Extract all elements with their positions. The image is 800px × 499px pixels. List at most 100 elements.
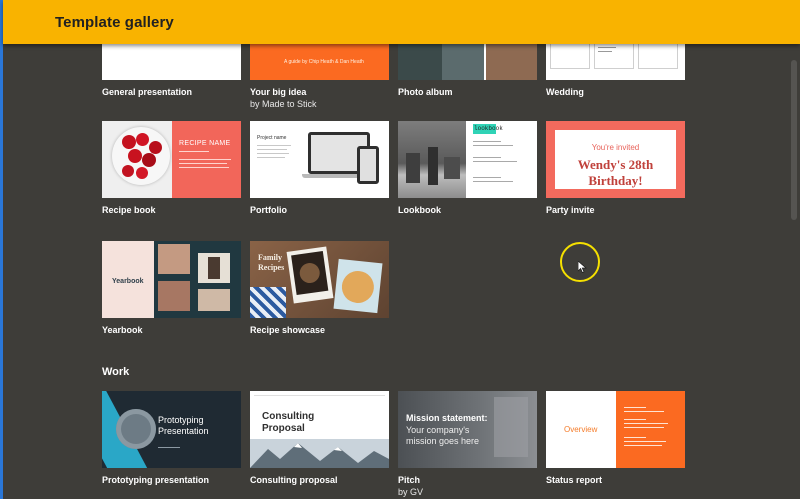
template-label: Party invite [546,205,595,215]
template-label: Recipe book [102,205,156,215]
gallery-content: General presentation A guide by Chip Hea… [0,0,800,499]
thumb-text-line [473,177,501,178]
thumb-text-line [624,419,646,420]
template-thumbnail[interactable]: Prototyping Presentation [102,391,241,468]
thumb-text-line [473,141,501,142]
thumb-text-line [598,47,616,48]
thumb-tag: lookbook [474,125,503,132]
template-label: Status report [546,475,603,485]
template-label: Wedding [546,87,584,97]
template-recipe-book[interactable]: RECIPE NAME Recipe book [102,121,241,216]
template-thumbnail[interactable]: Yearbook [102,241,241,318]
thumb-big-text-line-2: Birthday! [588,173,643,188]
template-pitch[interactable]: Mission statement: Your company's missio… [398,391,537,498]
thumb-text-line [473,157,501,158]
thumb-text-line [257,157,285,158]
template-label: Recipe showcase [250,325,326,335]
thumb-title-line-2: Proposal [262,423,305,434]
template-thumbnail[interactable]: You're invited Wendy's 28th Birthday! [546,121,685,198]
mouse-pointer-icon [578,261,587,273]
thumb-big-text-line-1: Wendy's 28th [577,157,654,172]
thumb-photo [486,43,537,80]
thumb-small-text: You're invited [591,143,640,152]
section-title-work: Work [102,366,130,378]
template-label: Portfolio [250,205,287,215]
thumb-title: Overview [564,425,598,434]
thumb-text-line [624,407,646,408]
template-thumbnail[interactable]: Family Recipes [250,241,389,318]
template-label: Yearbook [102,325,143,335]
thumb-title: Yearbook [112,278,144,285]
thumb-photo [198,289,230,311]
template-recipe-showcase[interactable]: Family Recipes Recipe showcase [250,241,389,336]
thumb-text-line [179,151,209,152]
template-sublabel: by Made to Stick [250,99,317,109]
thumb-text-line [257,145,291,146]
template-status-report[interactable]: Overview Status report [546,391,685,486]
page-title: Template gallery [55,14,174,31]
thumb-text-line [179,167,229,168]
thumb-nav-rule [254,395,385,396]
template-sublabel: by GV [398,487,424,497]
thumb-line-1: Mission statement: [406,413,488,423]
thumb-card [550,41,590,69]
template-thumbnail[interactable]: Consulting Proposal [250,391,389,468]
template-thumbnail[interactable]: Project name [250,121,389,198]
thumb-title-line-1: Family [258,253,282,262]
thumb-text-line [624,445,662,446]
thumb-title-line-1: Consulting [262,411,315,422]
template-label: General presentation [102,87,193,97]
thumb-phone [357,146,379,184]
template-label: Consulting proposal [250,475,338,485]
template-gallery-window: General presentation A guide by Chip Hea… [0,0,800,499]
thumb-photo-bowl [102,121,172,198]
template-lookbook[interactable]: lookbook Lookbook [398,121,537,216]
template-consulting-proposal[interactable]: Consulting Proposal Consulting proposal [250,391,389,486]
template-label: Your big idea [250,87,307,97]
thumb-photo [158,244,190,274]
thumb-text-line [624,437,646,438]
template-thumbnail[interactable]: RECIPE NAME [102,121,241,198]
thumb-title-line-2: Recipes [258,263,285,272]
template-label: Photo album [398,87,453,97]
thumb-right-panel [616,391,685,468]
thumb-title-line-2: Presentation [158,426,209,436]
thumb-text-line [473,161,517,162]
thumb-mountains-image [250,439,389,468]
thumb-photo [198,253,230,283]
thumb-photo-card [333,258,383,314]
thumb-line-2: Your company's [406,425,470,435]
thumb-text-line [473,145,513,146]
thumb-text-line [624,423,668,424]
template-thumbnail[interactable]: Mission statement: Your company's missio… [398,391,537,468]
template-label: Pitch [398,475,421,485]
thumb-byline: A guide by Chip Heath & Dan Heath [284,59,364,65]
mouse-cursor-highlight [560,242,600,282]
thumb-text-line [257,149,287,150]
thumb-text-line [624,441,666,442]
template-party-invite[interactable]: You're invited Wendy's 28th Birthday! Pa… [546,121,685,216]
template-yearbook[interactable]: Yearbook Yearbook [102,241,241,336]
thumb-text-line [624,411,664,412]
template-thumbnail[interactable]: Overview [546,391,685,468]
thumb-photo [158,281,190,311]
template-prototyping-presentation[interactable]: Prototyping Presentation Prototyping pre… [102,391,241,486]
template-label: Lookbook [398,205,441,215]
thumb-photo [442,43,484,80]
thumb-title: RECIPE NAME [179,140,231,147]
thumb-text-line [624,427,664,428]
scrollbar[interactable] [791,60,797,220]
thumb-text-line [179,159,231,160]
template-portfolio[interactable]: Project name Portfolio [250,121,389,216]
template-label: Prototyping presentation [102,475,210,485]
thumb-text-line [158,447,180,448]
thumb-photo-bw [398,121,466,198]
thumb-card [638,41,678,69]
thumb-cloth [250,287,286,318]
thumb-text-line [257,153,289,154]
thumb-text-line [598,51,612,52]
thumb-title-line-1: Prototyping [158,415,204,425]
thumb-photo [398,43,442,80]
thumb-photo-card [286,246,334,304]
template-thumbnail[interactable]: lookbook [398,121,537,198]
